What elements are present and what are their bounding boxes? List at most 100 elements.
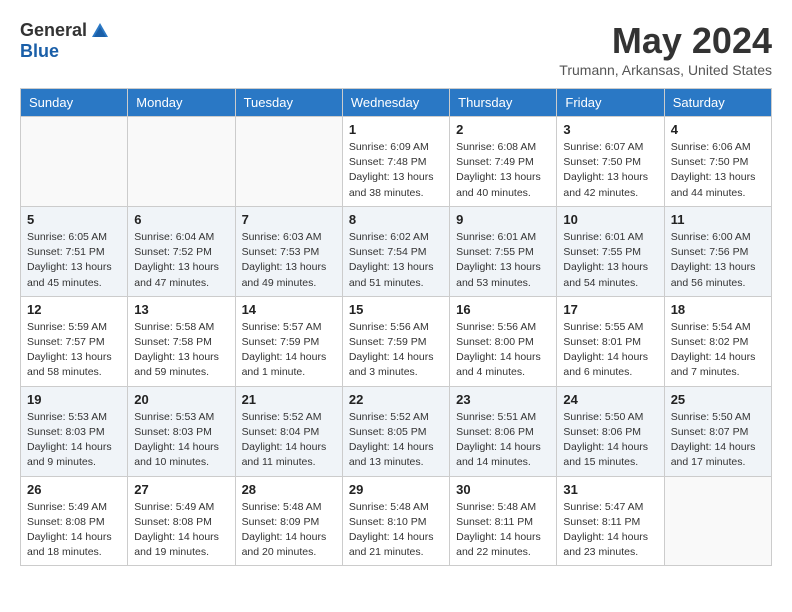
weekday-header-row: SundayMondayTuesdayWednesdayThursdayFrid… [21, 89, 772, 117]
logo-blue-text: Blue [20, 41, 59, 62]
day-number: 25 [671, 392, 765, 407]
day-number: 15 [349, 302, 443, 317]
calendar-cell: 4Sunrise: 6:06 AMSunset: 7:50 PMDaylight… [664, 117, 771, 207]
month-title: May 2024 [559, 20, 772, 62]
day-number: 31 [563, 482, 657, 497]
day-info: Sunrise: 5:52 AMSunset: 8:05 PMDaylight:… [349, 410, 443, 471]
day-info: Sunrise: 5:59 AMSunset: 7:57 PMDaylight:… [27, 320, 121, 381]
day-number: 6 [134, 212, 228, 227]
calendar-cell: 7 Sunrise: 6:03 AMSunset: 7:53 PMDaylight… [235, 206, 342, 296]
calendar-cell: 11 Sunrise: 6:00 AMSunset: 7:56 PMDayligh… [664, 206, 771, 296]
calendar-cell: 19 Sunrise: 5:53 AMSunset: 8:03 PMDayligh… [21, 386, 128, 476]
weekday-header-thursday: Thursday [450, 89, 557, 117]
logo-general-text: General [20, 20, 87, 41]
calendar-cell [128, 117, 235, 207]
calendar-cell: 27 Sunrise: 5:49 AMSunset: 8:08 PMDayligh… [128, 476, 235, 566]
calendar-cell: 15 Sunrise: 5:56 AMSunset: 7:59 PMDayligh… [342, 296, 449, 386]
calendar-cell: 21 Sunrise: 5:52 AMSunset: 8:04 PMDayligh… [235, 386, 342, 476]
day-number: 9 [456, 212, 550, 227]
logo: General Blue [20, 20, 113, 62]
day-info: Sunrise: 5:48 AMSunset: 8:11 PMDaylight:… [456, 500, 550, 561]
day-info: Sunrise: 6:09 AMSunset: 7:48 PMDaylight:… [349, 140, 443, 201]
logo-icon [90, 21, 110, 41]
day-number: 11 [671, 212, 765, 227]
calendar-cell: 29 Sunrise: 5:48 AMSunset: 8:10 PMDayligh… [342, 476, 449, 566]
day-info: Sunrise: 5:53 AMSunset: 8:03 PMDaylight:… [27, 410, 121, 471]
day-info: Sunrise: 5:48 AMSunset: 8:10 PMDaylight:… [349, 500, 443, 561]
day-info: Sunrise: 6:01 AMSunset: 7:55 PMDaylight:… [563, 230, 657, 291]
day-info: Sunrise: 5:56 AMSunset: 7:59 PMDaylight:… [349, 320, 443, 381]
day-number: 5 [27, 212, 121, 227]
day-number: 2 [456, 122, 550, 137]
calendar-cell: 5 Sunrise: 6:05 AMSunset: 7:51 PMDaylight… [21, 206, 128, 296]
day-number: 21 [242, 392, 336, 407]
day-info: Sunrise: 5:50 AMSunset: 8:06 PMDaylight:… [563, 410, 657, 471]
day-info: Sunrise: 5:48 AMSunset: 8:09 PMDaylight:… [242, 500, 336, 561]
day-number: 23 [456, 392, 550, 407]
calendar-cell: 8 Sunrise: 6:02 AMSunset: 7:54 PMDaylight… [342, 206, 449, 296]
weekday-header-sunday: Sunday [21, 89, 128, 117]
day-number: 28 [242, 482, 336, 497]
day-info: Sunrise: 5:54 AMSunset: 8:02 PMDaylight:… [671, 320, 765, 381]
calendar-cell: 10Sunrise: 6:01 AMSunset: 7:55 PMDayligh… [557, 206, 664, 296]
day-info: Sunrise: 6:06 AMSunset: 7:50 PMDaylight:… [671, 140, 765, 201]
day-info: Sunrise: 5:58 AMSunset: 7:58 PMDaylight:… [134, 320, 228, 381]
day-info: Sunrise: 5:56 AMSunset: 8:00 PMDaylight:… [456, 320, 550, 381]
calendar-cell: 26 Sunrise: 5:49 AMSunset: 8:08 PMDayligh… [21, 476, 128, 566]
calendar-cell [21, 117, 128, 207]
calendar-cell: 12 Sunrise: 5:59 AMSunset: 7:57 PMDayligh… [21, 296, 128, 386]
day-info: Sunrise: 6:05 AMSunset: 7:51 PMDaylight:… [27, 230, 121, 291]
day-number: 7 [242, 212, 336, 227]
calendar-week-row: 26 Sunrise: 5:49 AMSunset: 8:08 PMDayligh… [21, 476, 772, 566]
day-info: Sunrise: 5:53 AMSunset: 8:03 PMDaylight:… [134, 410, 228, 471]
calendar-cell: 23 Sunrise: 5:51 AMSunset: 8:06 PMDayligh… [450, 386, 557, 476]
day-info: Sunrise: 6:03 AMSunset: 7:53 PMDaylight:… [242, 230, 336, 291]
calendar-cell: 24Sunrise: 5:50 AMSunset: 8:06 PMDayligh… [557, 386, 664, 476]
day-number: 3 [563, 122, 657, 137]
day-number: 27 [134, 482, 228, 497]
calendar-cell: 25 Sunrise: 5:50 AMSunset: 8:07 PMDayligh… [664, 386, 771, 476]
calendar-table: SundayMondayTuesdayWednesdayThursdayFrid… [20, 88, 772, 566]
location: Trumann, Arkansas, United States [559, 62, 772, 78]
day-number: 26 [27, 482, 121, 497]
day-info: Sunrise: 5:49 AMSunset: 8:08 PMDaylight:… [134, 500, 228, 561]
day-number: 12 [27, 302, 121, 317]
calendar-cell: 30 Sunrise: 5:48 AMSunset: 8:11 PMDayligh… [450, 476, 557, 566]
day-number: 16 [456, 302, 550, 317]
calendar-cell: 28 Sunrise: 5:48 AMSunset: 8:09 PMDayligh… [235, 476, 342, 566]
calendar-cell: 18 Sunrise: 5:54 AMSunset: 8:02 PMDayligh… [664, 296, 771, 386]
day-number: 29 [349, 482, 443, 497]
calendar-cell: 3 Sunrise: 6:07 AMSunset: 7:50 PMDaylight… [557, 117, 664, 207]
calendar-cell: 31 Sunrise: 5:47 AMSunset: 8:11 PMDayligh… [557, 476, 664, 566]
day-number: 19 [27, 392, 121, 407]
day-info: Sunrise: 5:51 AMSunset: 8:06 PMDaylight:… [456, 410, 550, 471]
calendar-week-row: 1Sunrise: 6:09 AMSunset: 7:48 PMDaylight… [21, 117, 772, 207]
day-number: 18 [671, 302, 765, 317]
calendar-cell: 1Sunrise: 6:09 AMSunset: 7:48 PMDaylight… [342, 117, 449, 207]
calendar-cell: 9 Sunrise: 6:01 AMSunset: 7:55 PMDaylight… [450, 206, 557, 296]
day-info: Sunrise: 6:02 AMSunset: 7:54 PMDaylight:… [349, 230, 443, 291]
day-info: Sunrise: 6:01 AMSunset: 7:55 PMDaylight:… [456, 230, 550, 291]
day-number: 13 [134, 302, 228, 317]
weekday-header-wednesday: Wednesday [342, 89, 449, 117]
weekday-header-friday: Friday [557, 89, 664, 117]
day-info: Sunrise: 5:50 AMSunset: 8:07 PMDaylight:… [671, 410, 765, 471]
day-info: Sunrise: 5:52 AMSunset: 8:04 PMDaylight:… [242, 410, 336, 471]
day-info: Sunrise: 6:07 AMSunset: 7:50 PMDaylight:… [563, 140, 657, 201]
day-number: 30 [456, 482, 550, 497]
calendar-cell [235, 117, 342, 207]
calendar-cell: 14Sunrise: 5:57 AMSunset: 7:59 PMDayligh… [235, 296, 342, 386]
day-number: 8 [349, 212, 443, 227]
day-info: Sunrise: 6:00 AMSunset: 7:56 PMDaylight:… [671, 230, 765, 291]
day-info: Sunrise: 5:55 AMSunset: 8:01 PMDaylight:… [563, 320, 657, 381]
calendar-cell: 20Sunrise: 5:53 AMSunset: 8:03 PMDayligh… [128, 386, 235, 476]
day-info: Sunrise: 5:47 AMSunset: 8:11 PMDaylight:… [563, 500, 657, 561]
calendar-cell: 6Sunrise: 6:04 AMSunset: 7:52 PMDaylight… [128, 206, 235, 296]
calendar-cell: 2 Sunrise: 6:08 AMSunset: 7:49 PMDaylight… [450, 117, 557, 207]
page-header: General Blue May 2024 Trumann, Arkansas,… [20, 20, 772, 78]
day-info: Sunrise: 5:49 AMSunset: 8:08 PMDaylight:… [27, 500, 121, 561]
title-section: May 2024 Trumann, Arkansas, United State… [559, 20, 772, 78]
day-info: Sunrise: 6:08 AMSunset: 7:49 PMDaylight:… [456, 140, 550, 201]
calendar-cell [664, 476, 771, 566]
calendar-cell: 22Sunrise: 5:52 AMSunset: 8:05 PMDayligh… [342, 386, 449, 476]
